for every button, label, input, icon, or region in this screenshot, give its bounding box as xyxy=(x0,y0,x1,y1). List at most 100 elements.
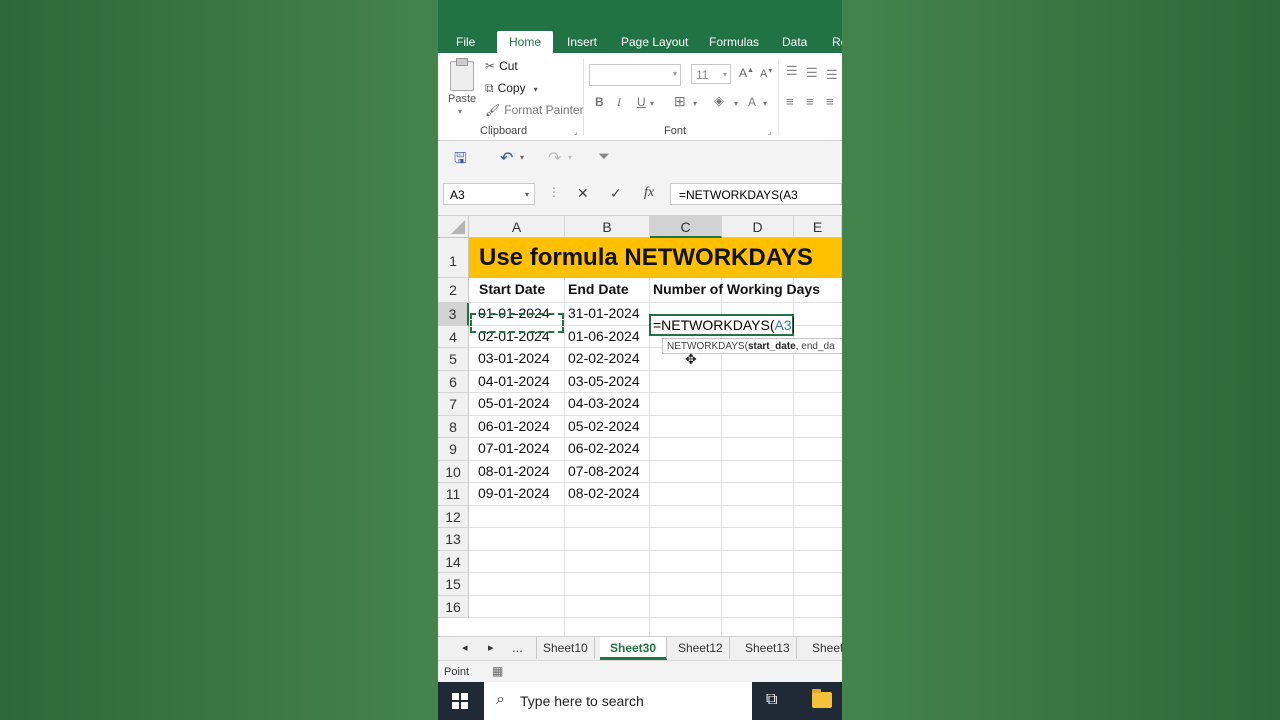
row-header-2[interactable]: 2 xyxy=(438,278,469,303)
chevron-down-icon[interactable]: ▾ xyxy=(693,99,697,108)
dialog-launcher-icon[interactable]: ⌟ xyxy=(768,127,772,136)
align-top-icon[interactable]: ☰ xyxy=(786,63,798,79)
cell-b10[interactable]: 07-08-2024 xyxy=(568,463,640,479)
cell-b6[interactable]: 03-05-2024 xyxy=(568,373,640,389)
scroll-left-icon[interactable]: ◂ xyxy=(462,641,468,654)
sheet-tab-sheet10[interactable]: Sheet10 xyxy=(536,637,595,659)
borders-icon[interactable]: ⊞ xyxy=(674,93,686,110)
enter-icon[interactable]: ✓ xyxy=(610,185,622,202)
cancel-icon[interactable]: ✕ xyxy=(577,185,589,202)
title-banner[interactable]: Use formula NETWORKDAYS xyxy=(469,238,842,278)
cell-b5[interactable]: 02-02-2024 xyxy=(568,350,640,366)
chevron-down-icon[interactable]: ▾ xyxy=(650,99,654,108)
row-header-8[interactable]: 8 xyxy=(438,416,469,438)
font-color-button[interactable]: A xyxy=(748,95,756,109)
row-header-7[interactable]: 7 xyxy=(438,393,469,416)
more-sheets-button[interactable]: ... xyxy=(512,640,523,655)
row-header-13[interactable]: 13 xyxy=(438,528,469,551)
column-header-d[interactable]: D xyxy=(722,216,794,238)
row-header-16[interactable]: 16 xyxy=(438,596,469,618)
cell-b8[interactable]: 05-02-2024 xyxy=(568,418,640,434)
row-header-3[interactable]: 3 xyxy=(438,303,469,326)
redo-icon[interactable]: ↷ xyxy=(548,148,561,168)
format-painter-button[interactable]: 🖌 Format Painter xyxy=(485,103,584,117)
cell-a11[interactable]: 09-01-2024 xyxy=(478,485,550,501)
cell-b4[interactable]: 01-06-2024 xyxy=(568,328,640,344)
windows-start-icon[interactable] xyxy=(452,693,468,709)
fill-color-icon[interactable]: ◈ xyxy=(714,93,724,109)
cell-a8[interactable]: 06-01-2024 xyxy=(478,418,550,434)
row-header-14[interactable]: 14 xyxy=(438,551,469,573)
tab-file[interactable]: File xyxy=(450,31,481,53)
tab-review[interactable]: Re xyxy=(826,31,842,53)
cell-a6[interactable]: 04-01-2024 xyxy=(478,373,550,389)
insert-function-button[interactable]: fx xyxy=(644,185,654,201)
cell-b7[interactable]: 04-03-2024 xyxy=(568,395,640,411)
align-left-icon[interactable]: ≡ xyxy=(786,94,794,109)
align-center-icon[interactable]: ≡ xyxy=(806,94,814,109)
dialog-launcher-icon[interactable]: ⌟ xyxy=(574,127,578,136)
align-right-icon[interactable]: ≡ xyxy=(826,94,834,109)
filter-icon[interactable]: ⏷ xyxy=(598,148,610,165)
task-view-icon[interactable]: ⧉ xyxy=(766,691,777,709)
formula-input[interactable]: =NETWORKDAYS(A3 xyxy=(670,183,842,205)
name-box[interactable]: A3 ▾ xyxy=(443,183,535,205)
scroll-right-icon[interactable]: ▸ xyxy=(488,641,494,654)
cell-b11[interactable]: 08-02-2024 xyxy=(568,485,640,501)
bold-button[interactable]: B xyxy=(595,95,604,109)
font-size-select[interactable]: 11 ▾ xyxy=(691,64,731,84)
column-header-b[interactable]: B xyxy=(565,216,650,238)
undo-icon[interactable]: ↶ xyxy=(500,148,513,168)
sheet-tab-sheet12[interactable]: Sheet12 xyxy=(672,637,730,659)
copy-button[interactable]: ⧉ Copy ▾ xyxy=(485,81,538,96)
column-header-e[interactable]: E xyxy=(794,216,842,238)
macro-record-icon[interactable]: ▦ xyxy=(492,664,503,678)
row-header-15[interactable]: 15 xyxy=(438,573,469,596)
row-header-6[interactable]: 6 xyxy=(438,371,469,393)
sheet-tab-sheet13[interactable]: Sheet13 xyxy=(739,637,797,659)
row-header-1[interactable]: 1 xyxy=(438,238,469,278)
align-bottom-icon[interactable]: ☰ xyxy=(826,67,838,83)
active-cell-c3[interactable]: =NETWORKDAYS(A3 xyxy=(649,314,794,336)
cell-b3[interactable]: 31-01-2024 xyxy=(568,305,640,321)
sheet-tab-next[interactable]: Sheet xyxy=(806,637,842,659)
cut-button[interactable]: ✂ Cut xyxy=(485,59,518,73)
header-cell-end-date[interactable]: End Date xyxy=(568,281,629,297)
cell-a10[interactable]: 08-01-2024 xyxy=(478,463,550,479)
cell-a9[interactable]: 07-01-2024 xyxy=(478,440,550,456)
save-icon[interactable]: 🖫 xyxy=(454,148,467,173)
select-all-button[interactable] xyxy=(438,216,469,238)
row-header-9[interactable]: 9 xyxy=(438,438,469,461)
tab-data[interactable]: Data xyxy=(776,31,813,53)
cell-a7[interactable]: 05-01-2024 xyxy=(478,395,550,411)
column-header-c[interactable]: C xyxy=(650,216,722,238)
tab-home[interactable]: Home xyxy=(497,31,554,53)
cell-a5[interactable]: 03-01-2024 xyxy=(478,350,550,366)
chevron-down-icon[interactable]: ▾ xyxy=(734,99,738,108)
column-header-a[interactable]: A xyxy=(469,216,565,238)
underline-button[interactable]: U xyxy=(637,95,646,109)
file-explorer-icon[interactable] xyxy=(812,689,832,708)
taskbar-search-box[interactable]: ⌕ Type here to search xyxy=(484,682,752,720)
row-header-10[interactable]: 10 xyxy=(438,461,469,483)
tab-formulas[interactable]: Formulas xyxy=(703,31,765,53)
chevron-down-icon[interactable]: ▾ xyxy=(520,153,524,162)
chevron-down-icon[interactable]: ▾ xyxy=(568,153,572,162)
italic-button[interactable]: I xyxy=(617,95,621,110)
shrink-font-button[interactable]: A▼ xyxy=(760,68,773,80)
row-header-11[interactable]: 11 xyxy=(438,483,469,506)
row-header-5[interactable]: 5 xyxy=(438,348,469,371)
row-header-12[interactable]: 12 xyxy=(438,506,469,528)
cell-b9[interactable]: 06-02-2024 xyxy=(568,440,640,456)
align-middle-icon[interactable]: ☰ xyxy=(806,65,818,81)
tab-page-layout[interactable]: Page Layout xyxy=(615,31,694,53)
grow-font-button[interactable]: A▲ xyxy=(739,66,754,80)
header-cell-working-days[interactable]: Number of Working Days xyxy=(653,281,820,297)
worksheet-grid[interactable]: A B C D E 1 2 3 4 5 6 7 8 9 10 11 12 13 14 15 16 Use formula … xyxy=(438,216,842,636)
row-header-4[interactable]: 4 xyxy=(438,326,469,348)
tab-insert[interactable]: Insert xyxy=(561,31,603,53)
font-name-select[interactable]: ▾ xyxy=(589,64,681,86)
chevron-down-icon[interactable]: ▾ xyxy=(763,99,767,108)
header-cell-start-date[interactable]: Start Date xyxy=(479,281,545,297)
chevron-down-icon[interactable]: ▾ xyxy=(525,184,529,206)
